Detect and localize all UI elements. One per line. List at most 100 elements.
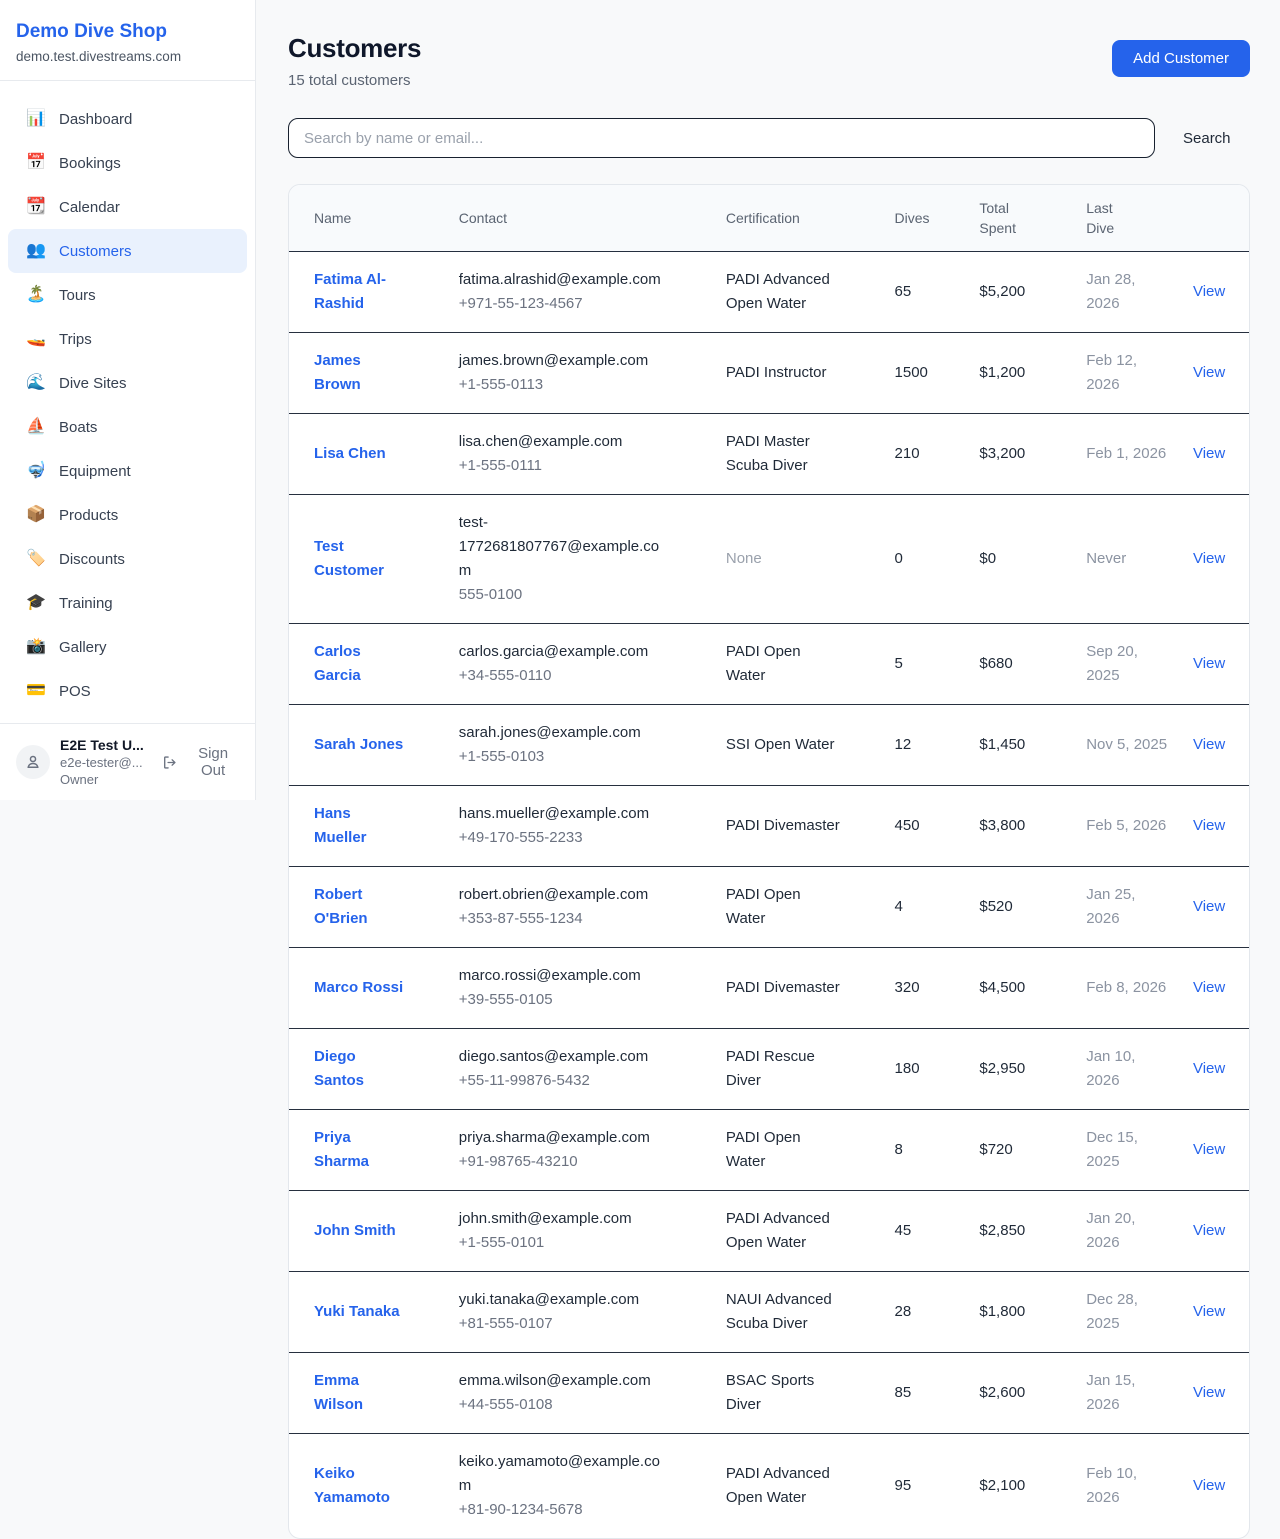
last-dive-date: Jan 20, 2026 <box>1086 1207 1168 1255</box>
graduation-cap-icon: 🎓 <box>26 595 46 611</box>
customer-name-link[interactable]: Robert O'Brien <box>314 883 407 931</box>
sign-out-icon <box>162 754 178 771</box>
customer-phone: +1-555-0101 <box>459 1231 706 1255</box>
view-customer-link[interactable]: View <box>1193 1303 1225 1320</box>
user-footer: E2E Test U... e2e-tester@... Owner Sign … <box>0 723 255 800</box>
shop-name: Demo Dive Shop <box>16 20 239 44</box>
customer-name-link[interactable]: Carlos Garcia <box>314 640 407 688</box>
sidebar-item-boats[interactable]: ⛵Boats <box>8 405 247 449</box>
sidebar-item-pos[interactable]: 💳POS <box>8 669 247 713</box>
customer-email: emma.wilson@example.com <box>459 1369 671 1393</box>
table-row: Carlos Garciacarlos.garcia@example.com+3… <box>289 623 1249 704</box>
sidebar-item-discounts[interactable]: 🏷️Discounts <box>8 537 247 581</box>
customer-name-link[interactable]: Marco Rossi <box>314 976 403 1000</box>
brand-header: Demo Dive Shop demo.test.divestreams.com <box>0 0 255 81</box>
user-role: Owner <box>60 771 152 788</box>
dives-count: 1500 <box>895 332 980 413</box>
dives-count: 45 <box>895 1190 980 1271</box>
view-customer-link[interactable]: View <box>1193 1141 1225 1158</box>
sidebar-item-label: Training <box>59 595 113 612</box>
customer-email: sarah.jones@example.com <box>459 721 671 745</box>
table-row: Sarah Jonessarah.jones@example.com+1-555… <box>289 704 1249 785</box>
camera-icon: 📸 <box>26 639 46 655</box>
table-row: Lisa Chenlisa.chen@example.com+1-555-011… <box>289 413 1249 494</box>
customer-name-link[interactable]: Fatima Al-Rashid <box>314 268 407 316</box>
user-name: E2E Test U... <box>60 736 152 754</box>
sign-out-label: Sign Out <box>185 745 241 779</box>
customer-name-link[interactable]: James Brown <box>314 349 407 397</box>
customer-phone: +44-555-0108 <box>459 1393 706 1417</box>
search-button[interactable]: Search <box>1183 130 1231 147</box>
total-spent: $2,950 <box>979 1028 1086 1109</box>
column-header <box>1193 185 1249 251</box>
sidebar-item-tours[interactable]: 🏝️Tours <box>8 273 247 317</box>
sidebar-item-label: Customers <box>59 243 132 260</box>
package-icon: 📦 <box>26 507 46 523</box>
view-customer-link[interactable]: View <box>1193 550 1225 567</box>
view-customer-link[interactable]: View <box>1193 979 1225 996</box>
view-customer-link[interactable]: View <box>1193 445 1225 462</box>
table-row: Hans Muellerhans.mueller@example.com+49-… <box>289 785 1249 866</box>
last-dive-date: Dec 15, 2025 <box>1086 1126 1168 1174</box>
customer-phone: 555-0100 <box>459 583 706 607</box>
sidebar-item-label: Tours <box>59 287 96 304</box>
user-email: e2e-tester@... <box>60 754 152 771</box>
last-dive-date: Dec 28, 2025 <box>1086 1288 1168 1336</box>
customer-email: yuki.tanaka@example.com <box>459 1288 671 1312</box>
total-spent: $1,450 <box>979 704 1086 785</box>
sidebar-item-label: Calendar <box>59 199 120 216</box>
certification: PADI Advanced Open Water <box>726 268 843 316</box>
sidebar-item-dive-sites[interactable]: 🌊Dive Sites <box>8 361 247 405</box>
column-header: Contact <box>459 185 726 251</box>
certification: PADI Rescue Diver <box>726 1045 843 1093</box>
customer-name-link[interactable]: Hans Mueller <box>314 802 407 850</box>
dives-count: 12 <box>895 704 980 785</box>
customer-email: carlos.garcia@example.com <box>459 640 671 664</box>
table-row: Emma Wilson emma.wilson@example.com+44-55… <box>289 1352 1249 1433</box>
view-customer-link[interactable]: View <box>1193 898 1225 915</box>
customer-email: marco.rossi@example.com <box>459 964 671 988</box>
sidebar-item-bookings[interactable]: 📅Bookings <box>8 141 247 185</box>
credit-card-icon: 💳 <box>26 683 46 699</box>
view-customer-link[interactable]: View <box>1193 364 1225 381</box>
dives-count: 210 <box>895 413 980 494</box>
view-customer-link[interactable]: View <box>1193 1222 1225 1239</box>
customer-name-link[interactable]: Priya Sharma <box>314 1126 407 1174</box>
sidebar-item-products[interactable]: 📦 Products <box>8 493 247 537</box>
customer-name-link[interactable]: Yuki Tanaka <box>314 1300 400 1324</box>
customer-phone: +81-555-0107 <box>459 1312 706 1336</box>
sidebar-item-dashboard[interactable]: 📊Dashboard <box>8 97 247 141</box>
diving-mask-icon: 🤿 <box>26 463 46 479</box>
sidebar-item-calendar[interactable]: 📆Calendar <box>8 185 247 229</box>
sidebar-item-equipment[interactable]: 🤿Equipment <box>8 449 247 493</box>
sidebar-item-label: Dive Sites <box>59 375 127 392</box>
view-customer-link[interactable]: View <box>1193 1384 1225 1401</box>
customer-name-link[interactable]: John Smith <box>314 1219 396 1243</box>
certification: PADI Open Water <box>726 640 843 688</box>
customer-name-link[interactable]: Diego Santos <box>314 1045 407 1093</box>
sidebar-item-gallery[interactable]: 📸Gallery <box>8 625 247 669</box>
customer-name-link[interactable]: Keiko Yamamoto <box>314 1462 407 1510</box>
view-customer-link[interactable]: View <box>1193 283 1225 300</box>
customer-name-link[interactable]: Lisa Chen <box>314 442 386 466</box>
sidebar-item-training[interactable]: 🎓 Training <box>8 581 247 625</box>
search-input[interactable] <box>288 118 1155 158</box>
view-customer-link[interactable]: View <box>1193 1060 1225 1077</box>
sidebar-item-label: Products <box>59 507 118 524</box>
sidebar-item-trips[interactable]: 🚤Trips <box>8 317 247 361</box>
customer-name-link[interactable]: Sarah Jones <box>314 733 403 757</box>
customer-name-link[interactable]: Emma Wilson <box>314 1369 407 1417</box>
certification: PADI Open Water <box>726 1126 843 1174</box>
view-customer-link[interactable]: View <box>1193 1477 1225 1494</box>
add-customer-button[interactable]: Add Customer <box>1112 40 1250 77</box>
view-customer-link[interactable]: View <box>1193 655 1225 672</box>
view-customer-link[interactable]: View <box>1193 736 1225 753</box>
view-customer-link[interactable]: View <box>1193 817 1225 834</box>
page-title: Customers <box>288 33 421 64</box>
sidebar-item-customers[interactable]: 👥Customers <box>8 229 247 273</box>
customer-email: james.brown@example.com <box>459 349 671 373</box>
customer-name-link[interactable]: Test Customer <box>314 535 407 583</box>
sign-out-button[interactable]: Sign Out <box>162 745 241 779</box>
total-spent: $520 <box>979 866 1086 947</box>
certification: None <box>726 547 762 571</box>
